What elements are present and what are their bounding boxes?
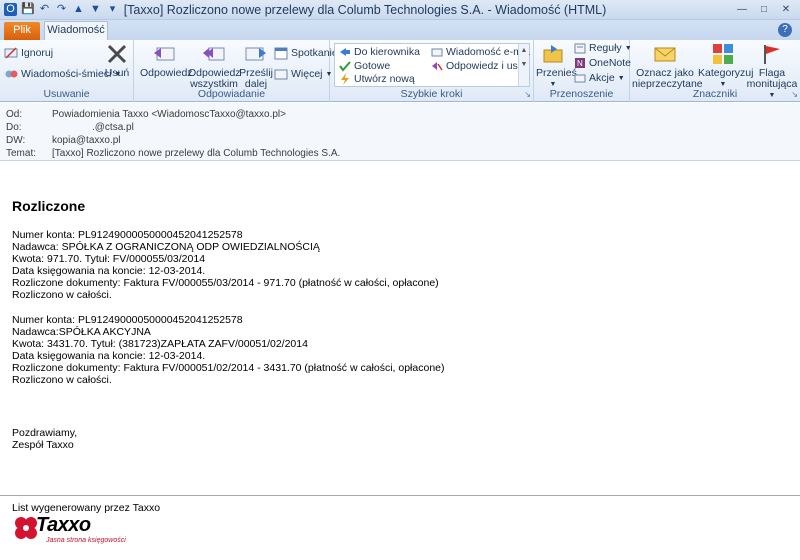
flag-icon [764,45,780,64]
group-move: Przenieś ▼ Reguły ▼ N OneNote Akcje ▼ Pr… [534,40,632,102]
reply-all-icon [203,47,225,61]
categorize-icon [713,44,733,64]
quick-steps-gallery: Do kierownika Wiadomość e-m... Gotowe Od… [334,43,531,87]
quick-step-manager[interactable]: Do kierownika [339,46,420,58]
ribbon-tabs: Plik Wiadomość ? [0,20,800,40]
quick-step-done[interactable]: Gotowe [339,60,390,72]
tab-message[interactable]: Wiadomość [44,21,108,40]
block1-line: Nadawca: SPÓŁKA Z OGRANICZONĄ ODP OWIEDZ… [12,241,320,253]
subject-row: Temat: [Taxxo] Rozliczono nowe przelewy … [6,148,341,159]
greeting: Pozdrawiamy, [12,427,78,439]
signature: Zespół Taxxo [12,439,74,451]
reply-button[interactable]: Odpowiedz [140,42,193,79]
group-label-delete: Usuwanie [43,88,90,100]
reply-delete-icon [432,62,443,71]
onenote-icon: N [575,58,585,68]
subject-value: [Taxxo] Rozliczono nowe przelewy dla Col… [52,148,341,159]
quick-step-reply-delete[interactable]: Odpowiedz i us... [431,60,527,72]
cc-value[interactable]: kopia@taxxo.pl [52,135,121,146]
block2-line: Kwota: 3431.70. Tytuł: (381723)ZAPŁATA Z… [12,338,308,350]
taxxo-logo: Taxxo Jasna strona księgowości [14,514,134,548]
envelope-icon [654,47,676,62]
title-bar: O 💾 ↶ ↷ ▲ ▼ ▾ [Taxxo] Rozliczono nowe pr… [0,0,800,20]
tab-file[interactable]: Plik [4,22,40,40]
maximize-icon[interactable]: □ [754,2,774,17]
more-respond-button[interactable]: Więcej ▼ [274,67,332,81]
help-icon[interactable]: ? [778,23,792,37]
junk-icon [5,70,18,78]
close-icon[interactable]: ✕ [776,2,796,17]
group-tags: Oznacz jako nieprzeczytane Kategoryzuj ▼… [630,40,800,102]
manager-icon [340,48,350,56]
calendar-icon [274,47,288,60]
minimize-icon[interactable]: — [732,2,752,17]
team-email-icon [431,48,443,57]
block2-line: Nadawca:SPÓŁKA AKCYJNA [12,326,151,338]
group-respond: Odpowiedz Odpowiedz wszystkim Prześlij d… [134,40,338,102]
ignore-button[interactable]: Ignoruj [4,46,53,60]
quick-step-create-new[interactable]: Utwórz nową [339,73,415,85]
move-folder-icon [543,45,563,63]
from-value[interactable]: Powiadomienia Taxxo <WiadomoscTaxxo@taxx… [52,109,286,120]
logo-tagline: Jasna strona księgowości [46,537,126,544]
to-value[interactable]: .@ctsa.pl [92,122,134,133]
checkmark-icon [339,61,351,72]
block2-line: Rozliczono w całości. [12,374,112,386]
rules-icon [574,43,586,54]
ignore-icon [4,47,18,59]
block1-line: Data księgowania na koncie: 12-03-2014. [12,265,206,277]
move-button[interactable]: Przenieś ▼ [536,42,577,90]
categorize-button[interactable]: Kategoryzuj ▼ [698,42,753,90]
divider [0,495,800,496]
group-delete: Ignoruj Wiadomości-śmieci ▼ Usuń Usuwani… [0,40,134,102]
block1-line: Kwota: 971.70. Tytuł: FV/000055/03/2014 [12,253,206,265]
taxxo-x-icon [15,517,37,539]
message-header: Od: Powiadomienia Taxxo <WiadomoscTaxxo@… [0,103,800,161]
cc-row: DW: kopia@taxxo.pl [6,135,121,146]
more-icon [274,69,288,80]
dropdown-icon: ▼ [617,74,625,82]
rules-button[interactable]: Reguły ▼ [574,42,632,54]
onenote-button[interactable]: N OneNote [574,57,631,69]
actions-button[interactable]: Akcje ▼ [574,72,625,84]
footer-text: List wygenerowany przez Taxxo [12,502,161,514]
svg-text:N: N [577,59,583,68]
window-title: [Taxxo] Rozliczono nowe przelewy dla Col… [123,3,607,17]
block1-line: Numer konta: PL9124900005000045204125257… [12,229,243,241]
group-label-tags: Znaczniki [692,88,738,100]
delete-button[interactable]: Usuń [102,42,132,79]
window-controls: — □ ✕ [732,2,796,17]
meeting-button[interactable]: Spotkanie [274,46,338,60]
to-row: Do: .@ctsa.pl [6,122,134,133]
actions-icon [574,74,586,83]
from-row: Od: Powiadomienia Taxxo <WiadomoscTaxxo@… [6,109,286,120]
forward-icon [245,47,266,61]
logo-wordmark: Taxxo [36,514,91,536]
delete-x-icon [107,44,127,64]
message-body: Rozliczone Numer konta: PL91249000050000… [0,162,800,560]
block1-line: Rozliczone dokumenty: Faktura FV/000055/… [12,277,439,289]
ribbon: Ignoruj Wiadomości-śmieci ▼ Usuń Usuwani… [0,40,800,102]
reply-icon [154,47,175,61]
quick-steps-scroll[interactable]: ▲ ▼ [518,44,529,86]
lightning-icon [341,73,349,85]
forward-button[interactable]: Prześlij dalej [238,42,274,90]
reply-all-button[interactable]: Odpowiedz wszystkim [188,42,241,90]
group-label-quick-steps: Szybkie kroki [400,88,463,100]
body-heading: Rozliczone [12,198,86,214]
block2-line: Numer konta: PL9124900005000045204125257… [12,314,243,326]
block2-line: Data księgowania na koncie: 12-03-2014. [12,350,206,362]
group-label-respond: Odpowiadanie [197,88,266,100]
group-label-move: Przenoszenie [549,88,614,100]
mark-unread-button[interactable]: Oznacz jako nieprzeczytane [632,42,703,90]
block1-line: Rozliczono w całości. [12,289,112,301]
quick-step-email[interactable]: Wiadomość e-m... [431,46,531,58]
block2-line: Rozliczone dokumenty: Faktura FV/000051/… [12,362,445,374]
